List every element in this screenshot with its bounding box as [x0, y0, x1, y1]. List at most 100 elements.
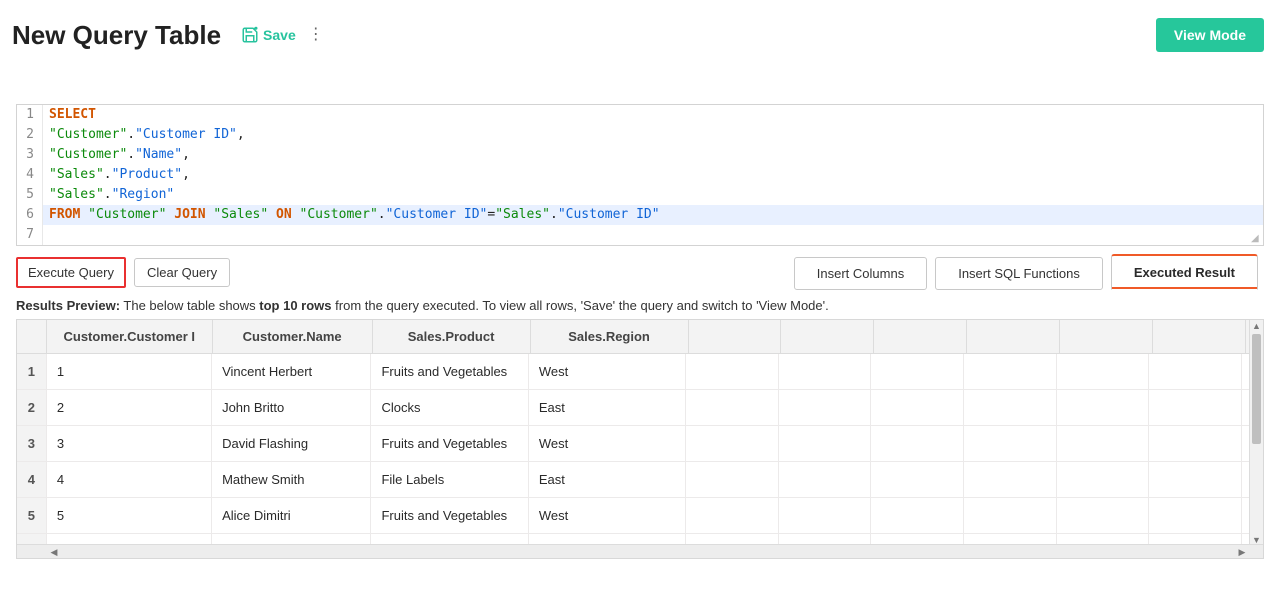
row-number: 2	[17, 390, 47, 425]
view-mode-button[interactable]: View Mode	[1156, 18, 1264, 52]
cell-empty	[686, 534, 779, 544]
table-row[interactable]: 11Vincent HerbertFruits and VegetablesWe…	[17, 354, 1263, 390]
cell-customer-name: Elizabeth David	[212, 534, 371, 544]
column-header[interactable]: Customer.Customer I	[47, 320, 213, 353]
cell-empty	[1149, 426, 1242, 461]
cell-customer-name: Mathew Smith	[212, 462, 371, 497]
cell-empty	[1149, 534, 1242, 544]
cell-empty	[1057, 534, 1150, 544]
cell-empty	[964, 390, 1057, 425]
cell-product: Clocks	[371, 390, 528, 425]
save-icon	[241, 26, 259, 44]
line-number: 7	[17, 225, 43, 245]
line-number: 3	[17, 145, 43, 165]
code-content[interactable]: "Sales"."Product",	[43, 165, 1263, 185]
tab-executed-result[interactable]: Executed Result	[1111, 254, 1258, 290]
cell-empty	[964, 498, 1057, 533]
scroll-up-arrow[interactable]: ▲	[1250, 320, 1263, 332]
line-number: 5	[17, 185, 43, 205]
grid-header: Customer.Customer I Customer.Name Sales.…	[17, 320, 1263, 354]
code-line[interactable]: 7	[17, 225, 1263, 245]
cell-empty	[686, 462, 779, 497]
scroll-right-arrow[interactable]: ▶	[1235, 545, 1249, 558]
line-number: 6	[17, 205, 43, 225]
code-line[interactable]: 3"Customer"."Name",	[17, 145, 1263, 165]
column-header-empty	[689, 320, 782, 353]
row-number: 5	[17, 498, 47, 533]
cell-customer-name: David Flashing	[212, 426, 371, 461]
column-header[interactable]: Customer.Name	[213, 320, 373, 353]
sql-editor[interactable]: 1SELECT2"Customer"."Customer ID",3"Custo…	[16, 104, 1264, 246]
insert-sql-functions-button[interactable]: Insert SQL Functions	[935, 257, 1103, 290]
cell-product: Fruits and Vegetables	[371, 498, 528, 533]
table-row[interactable]: 55Alice DimitriFruits and VegetablesWest	[17, 498, 1263, 534]
column-header[interactable]: Sales.Product	[373, 320, 531, 353]
editor-resize-handle[interactable]: ◢	[1251, 233, 1261, 243]
column-header-empty	[967, 320, 1060, 353]
cell-region: East	[529, 534, 686, 544]
page-header: New Query Table Save ⋮ View Mode	[0, 0, 1280, 58]
line-number: 4	[17, 165, 43, 185]
code-content[interactable]: "Customer"."Customer ID",	[43, 125, 1263, 145]
cell-empty	[964, 462, 1057, 497]
table-row[interactable]: 33David FlashingFruits and VegetablesWes…	[17, 426, 1263, 462]
row-number: 3	[17, 426, 47, 461]
code-content[interactable]	[43, 225, 1263, 245]
code-content[interactable]: SELECT	[43, 105, 1263, 125]
cell-region: East	[529, 390, 686, 425]
code-line[interactable]: 6FROM "Customer" JOIN "Sales" ON "Custom…	[17, 205, 1263, 225]
cell-customer-id: 2	[47, 390, 212, 425]
cell-empty	[686, 426, 779, 461]
cell-empty	[871, 462, 964, 497]
cell-empty	[964, 354, 1057, 389]
cell-empty	[871, 354, 964, 389]
horizontal-scrollbar[interactable]: ◀ ▶	[17, 544, 1263, 558]
cell-region: West	[529, 426, 686, 461]
cell-empty	[1149, 498, 1242, 533]
vertical-scrollbar[interactable]: ▲ ▼	[1249, 320, 1263, 546]
clear-query-button[interactable]: Clear Query	[134, 258, 230, 287]
more-menu-icon[interactable]: ⋮	[308, 27, 324, 43]
scroll-left-arrow[interactable]: ◀	[47, 545, 61, 558]
cell-empty	[1149, 462, 1242, 497]
cell-customer-id: 4	[47, 462, 212, 497]
code-content[interactable]: "Customer"."Name",	[43, 145, 1263, 165]
cell-empty	[779, 534, 872, 544]
cell-empty	[871, 498, 964, 533]
cell-product: File Labels	[371, 462, 528, 497]
table-row[interactable]: 44Mathew SmithFile LabelsEast	[17, 462, 1263, 498]
cell-empty	[1057, 498, 1150, 533]
cell-empty	[871, 534, 964, 544]
execute-query-button[interactable]: Execute Query	[16, 257, 126, 288]
code-line[interactable]: 4"Sales"."Product",	[17, 165, 1263, 185]
cell-empty	[1057, 426, 1150, 461]
code-line[interactable]: 2"Customer"."Customer ID",	[17, 125, 1263, 145]
cell-product: Fruits and Vegetables	[371, 426, 528, 461]
code-line[interactable]: 1SELECT	[17, 105, 1263, 125]
column-header-empty	[874, 320, 967, 353]
code-line[interactable]: 5"Sales"."Region"	[17, 185, 1263, 205]
table-row[interactable]: 66Elizabeth DavidArt SuppliesEast	[17, 534, 1263, 544]
table-row[interactable]: 22John BrittoClocksEast	[17, 390, 1263, 426]
cell-empty	[964, 534, 1057, 544]
cell-empty	[779, 390, 872, 425]
column-header[interactable]: Sales.Region	[531, 320, 689, 353]
results-grid: Customer.Customer I Customer.Name Sales.…	[16, 319, 1264, 559]
row-number: 1	[17, 354, 47, 389]
cell-empty	[964, 426, 1057, 461]
vertical-scroll-thumb[interactable]	[1252, 334, 1261, 444]
line-number: 1	[17, 105, 43, 125]
row-number: 6	[17, 534, 47, 544]
insert-columns-button[interactable]: Insert Columns	[794, 257, 927, 290]
results-preview-text: Results Preview: The below table shows t…	[16, 298, 1264, 313]
code-content[interactable]: FROM "Customer" JOIN "Sales" ON "Custome…	[43, 205, 1263, 225]
save-button[interactable]: Save	[241, 26, 296, 44]
cell-empty	[779, 462, 872, 497]
column-header-empty	[781, 320, 874, 353]
cell-empty	[779, 426, 872, 461]
cell-region: West	[529, 354, 686, 389]
cell-customer-name: Alice Dimitri	[212, 498, 371, 533]
cell-empty	[871, 426, 964, 461]
cell-region: West	[529, 498, 686, 533]
code-content[interactable]: "Sales"."Region"	[43, 185, 1263, 205]
